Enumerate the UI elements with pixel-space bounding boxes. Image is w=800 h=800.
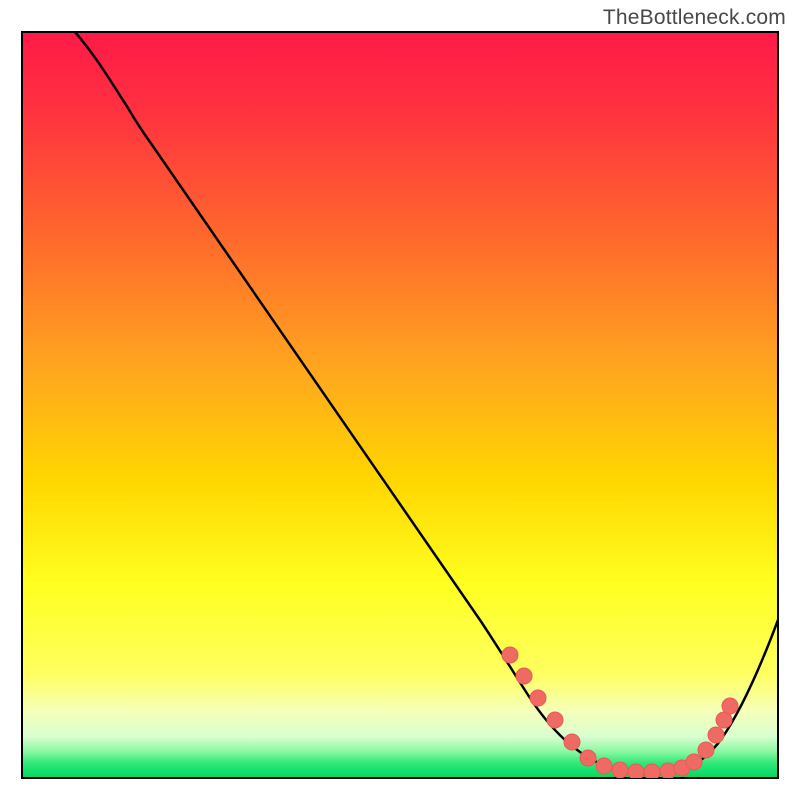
- watermark-text: TheBottleneck.com: [603, 6, 786, 30]
- gradient-background: [22, 32, 778, 778]
- chart-svg: [0, 0, 800, 800]
- chart-container: TheBottleneck.com: [0, 0, 800, 800]
